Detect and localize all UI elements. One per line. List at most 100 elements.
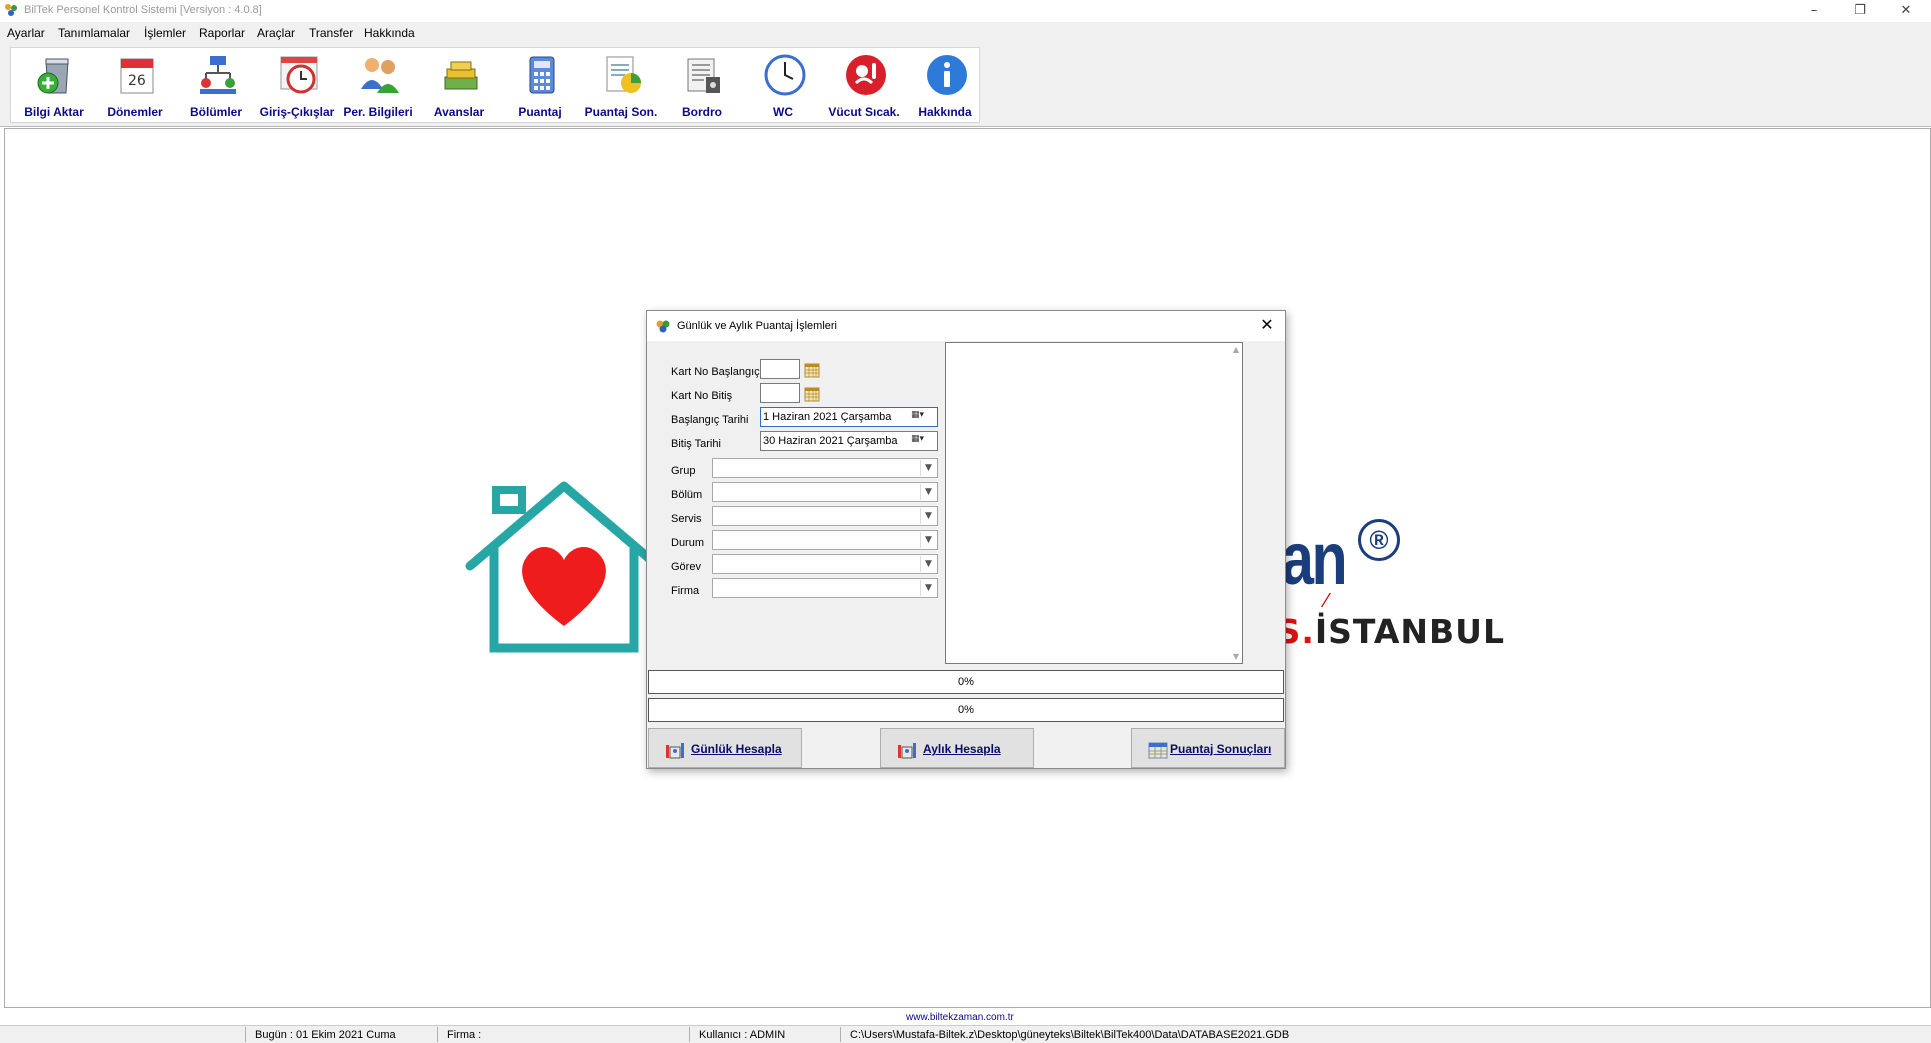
bitis-tarihi-label: Bitiş Tarihi xyxy=(671,438,721,450)
minimize-button[interactable]: – xyxy=(1791,0,1837,22)
menu-transfer[interactable]: Transfer xyxy=(309,26,353,40)
progress-bar-2: 0% xyxy=(648,698,1284,722)
kart-no-bitis-picker-icon[interactable] xyxy=(804,386,820,402)
servis-combo[interactable]: ▼ xyxy=(712,506,938,526)
status-separator xyxy=(437,1027,438,1042)
bolum-label: Bölüm xyxy=(671,489,703,501)
durum-label: Durum xyxy=(671,537,705,549)
baslangic-tarihi-value: 1 Haziran 2021 Çarşamba xyxy=(763,411,892,423)
logo-city-text: KS.İSTANBUL xyxy=(1250,612,1505,651)
database-import-icon xyxy=(37,58,69,94)
bitis-tarihi-date-picker[interactable]: 30 Haziran 2021 Çarşamba ▦▾ xyxy=(760,431,938,451)
website-link[interactable]: www.biltekzaman.com.tr xyxy=(906,1012,1014,1023)
bolum-combo[interactable]: ▼ xyxy=(712,482,938,502)
org-chart-icon xyxy=(200,56,236,94)
grup-combo[interactable]: ▼ xyxy=(712,458,938,478)
toolbar-label: Giriş-Çıkışlar xyxy=(259,105,335,119)
close-button[interactable]: ✕ xyxy=(1883,0,1929,22)
progress-bar-1: 0% xyxy=(648,670,1284,694)
status-separator xyxy=(689,1027,690,1042)
info-icon xyxy=(927,55,967,95)
toolbar-vucut-sicak-button[interactable]: Vücut Sıcak. xyxy=(824,48,904,122)
toolbar-label: Hakkında xyxy=(918,105,972,119)
chevron-down-icon[interactable]: ▼ xyxy=(920,580,936,596)
menu-hakkinda[interactable]: Hakkında xyxy=(364,26,415,40)
people-icon xyxy=(361,58,399,93)
grup-label: Grup xyxy=(671,465,696,477)
toolbar-bordro-button[interactable]: Bordro xyxy=(662,48,742,122)
toolbar-puantaj-button[interactable]: Puantaj xyxy=(500,48,580,122)
puantaj-sonuclari-button[interactable]: Puantaj Sonuçları xyxy=(1131,728,1285,768)
kart-no-bitis-label: Kart No Bitiş xyxy=(671,390,733,402)
toolbar-label: Bordro xyxy=(682,105,722,119)
toolbar-label: Bölümler xyxy=(189,105,242,119)
scroll-up-icon[interactable]: ▲ xyxy=(1233,345,1239,354)
calendar-icon: 26 xyxy=(120,58,154,94)
dialog-close-button[interactable]: ✕ xyxy=(1257,315,1277,335)
toolbar-puantaj-son-button[interactable]: Puantaj Son. xyxy=(581,48,661,122)
restore-button[interactable]: ❐ xyxy=(1837,0,1883,22)
servis-label: Servis xyxy=(671,513,702,525)
kart-no-baslangic-picker-icon[interactable] xyxy=(804,362,820,378)
toolbar-label: Bilgi Aktar xyxy=(24,105,84,119)
listbox-scrollbar[interactable]: ▲ ▼ xyxy=(1226,343,1242,663)
toolbar-bilgi-aktar-button[interactable]: Bilgi Aktar xyxy=(14,48,94,122)
dialog-title: Günlük ve Aylık Puantaj İşlemleri xyxy=(677,320,837,332)
menu-islemler[interactable]: İşlemler xyxy=(144,26,186,40)
result-listbox[interactable]: ▲ ▼ xyxy=(945,342,1243,664)
report-chart-icon xyxy=(606,56,641,93)
chevron-down-icon[interactable]: ▼ xyxy=(920,556,936,572)
wall-clock-icon xyxy=(764,54,806,96)
app-icon xyxy=(5,4,17,16)
toolbar-avanslar-button[interactable]: Avanslar xyxy=(419,48,499,122)
toolbar-wc-button[interactable]: WC xyxy=(743,48,823,122)
calculator-icon xyxy=(529,56,555,94)
menu-ayarlar[interactable]: Ayarlar xyxy=(7,26,45,40)
calendar-dropdown-icon[interactable]: ▦▾ xyxy=(911,410,935,424)
menu-raporlar[interactable]: Raporlar xyxy=(199,26,245,40)
menu-bar: Ayarlar Tanımlamalar İşlemler Raporlar A… xyxy=(0,22,1931,43)
firma-combo[interactable]: ▼ xyxy=(712,578,938,598)
calendar-dropdown-icon[interactable]: ▦▾ xyxy=(911,434,935,448)
toolbar-donemler-button[interactable]: 26 Dönemler xyxy=(95,48,175,122)
status-bar: Bugün : 01 Ekim 2021 Cuma Firma : Kullan… xyxy=(0,1025,1931,1043)
toolbar-label: Avanslar xyxy=(433,105,485,119)
chevron-down-icon[interactable]: ▼ xyxy=(920,532,936,548)
toolbar: Bilgi Aktar 26 Dönemler Bölümler Giriş-Ç… xyxy=(10,47,980,123)
toolbar-label: Dönemler xyxy=(107,105,163,119)
status-separator xyxy=(840,1027,841,1042)
menu-araclar[interactable]: Araçlar xyxy=(257,26,295,40)
toolbar-giris-cikislar-button[interactable]: Giriş-Çıkışlar xyxy=(257,48,337,122)
status-user: Kullanıcı : ADMIN xyxy=(699,1029,786,1041)
logo-feather-icon: ⁄ xyxy=(1325,590,1329,612)
toolbar-bolumler-button[interactable]: Bölümler xyxy=(176,48,256,122)
gorev-combo[interactable]: ▼ xyxy=(712,554,938,574)
toolbar-hakkinda-button[interactable]: Hakkında xyxy=(905,48,985,122)
firma-label: Firma xyxy=(671,585,700,597)
durum-combo[interactable]: ▼ xyxy=(712,530,938,550)
menu-tanimlamalar[interactable]: Tanımlamalar xyxy=(58,26,130,40)
payroll-document-icon xyxy=(687,58,720,93)
bar-chart-person-icon xyxy=(898,743,916,759)
kart-no-baslangic-input[interactable] xyxy=(760,359,800,379)
toolbar-per-bilgileri-button[interactable]: Per. Bilgileri xyxy=(338,48,418,122)
puantaj-dialog: Günlük ve Aylık Puantaj İşlemleri ✕ Kart… xyxy=(646,310,1286,769)
house-heart-logo-icon xyxy=(465,481,663,653)
dialog-app-icon xyxy=(656,320,670,333)
chevron-down-icon[interactable]: ▼ xyxy=(920,484,936,500)
bar-chart-person-icon xyxy=(666,743,684,759)
baslangic-tarihi-date-picker[interactable]: 1 Haziran 2021 Çarşamba ▦▾ xyxy=(760,407,938,427)
kart-no-bitis-input[interactable] xyxy=(760,383,800,403)
window-title: BilTek Personel Kontrol Sistemi [Versiyo… xyxy=(24,4,262,16)
puantaj-sonuclari-label: Puantaj Sonuçları xyxy=(1170,742,1272,756)
gorev-label: Görev xyxy=(671,561,701,573)
aylik-hesapla-button[interactable]: Aylık Hesapla xyxy=(880,728,1034,768)
chevron-down-icon[interactable]: ▼ xyxy=(920,460,936,476)
toolbar-area: Bilgi Aktar 26 Dönemler Bölümler Giriş-Ç… xyxy=(0,43,1931,127)
scroll-down-icon[interactable]: ▼ xyxy=(1233,652,1239,661)
baslangic-tarihi-label: Başlangıç Tarihi xyxy=(671,414,749,426)
gunluk-hesapla-button[interactable]: Günlük Hesapla xyxy=(648,728,802,768)
chevron-down-icon[interactable]: ▼ xyxy=(920,508,936,524)
toolbar-label: Vücut Sıcak. xyxy=(828,105,900,119)
toolbar-label: Per. Bilgileri xyxy=(343,105,413,119)
